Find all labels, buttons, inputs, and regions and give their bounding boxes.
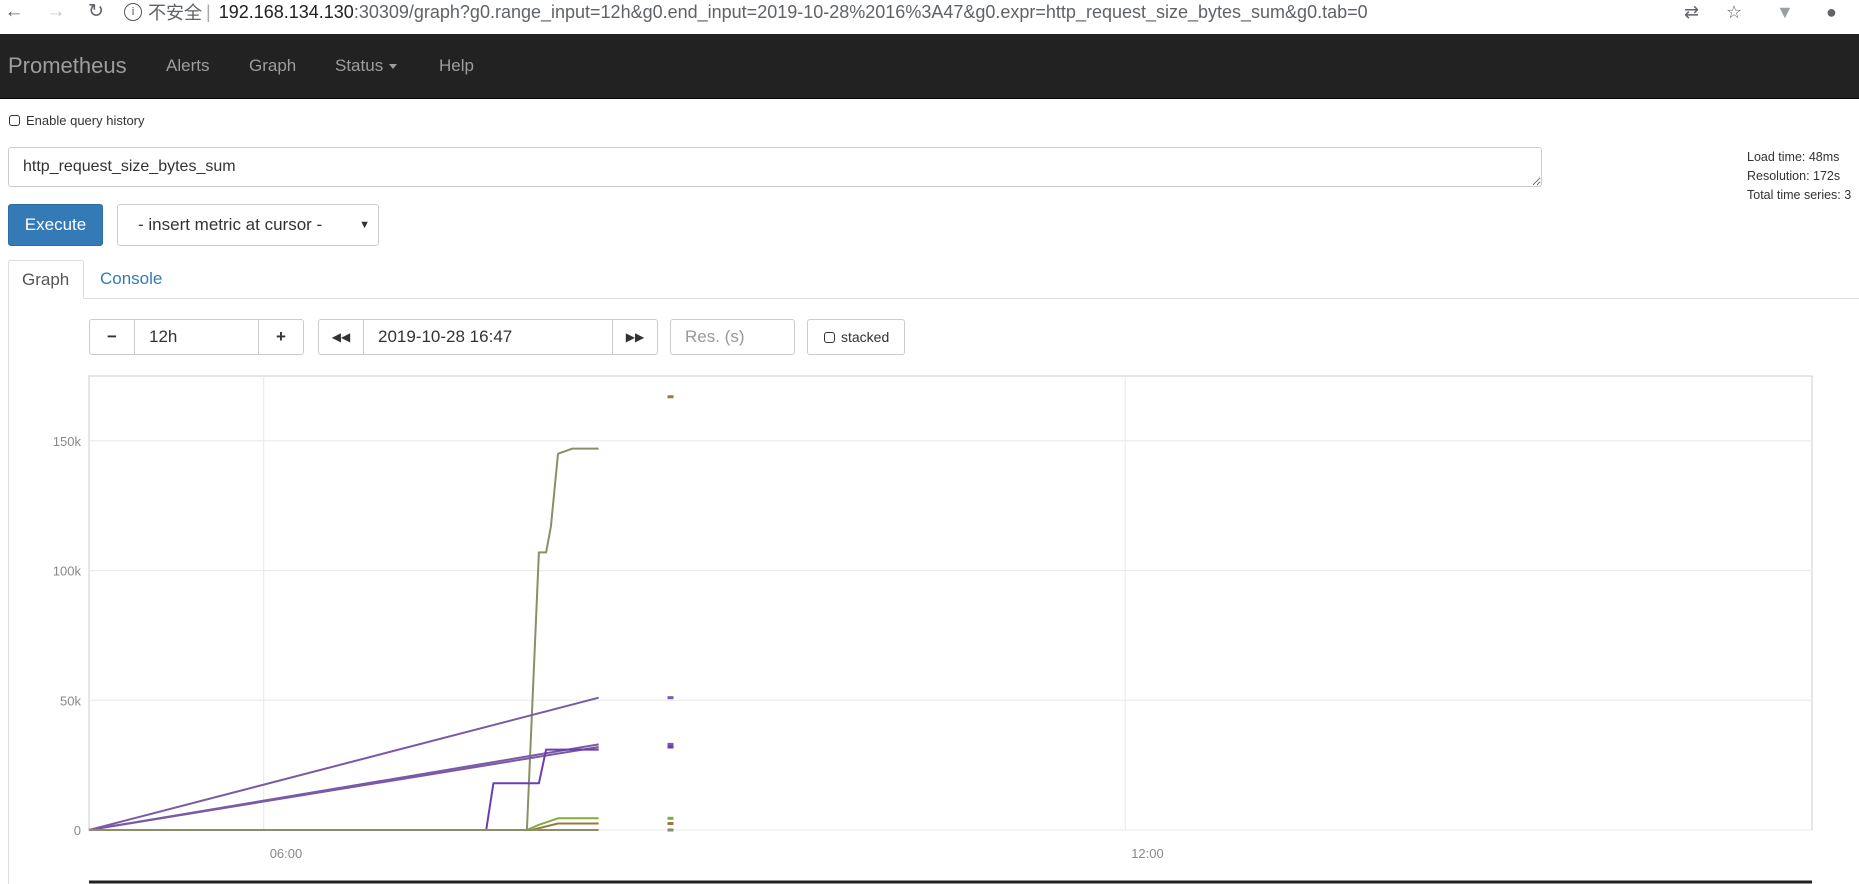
data-point-marker-2 — [667, 742, 674, 746]
execute-button[interactable]: Execute — [8, 204, 103, 246]
url-host: 192.168.134.130 — [218, 1, 354, 22]
data-point-marker-5 — [667, 822, 674, 826]
insert-metric-label: - insert metric at cursor - — [138, 215, 323, 234]
increase-range-button[interactable]: + — [258, 319, 304, 355]
forward-icon[interactable]: → — [44, 0, 68, 24]
security-label: 不安全 — [148, 3, 202, 23]
data-point-marker-0 — [667, 395, 674, 399]
nav-status-label: Status — [335, 56, 384, 75]
time-series-chart[interactable]: 0 50k 100k 150k 06:00 12:00 — [0, 370, 1859, 884]
back-icon[interactable]: ← — [2, 0, 26, 24]
translate-icon[interactable]: ⇄ — [1684, 0, 1699, 24]
fast-forward-icon[interactable]: ▶▶ — [612, 319, 658, 355]
tab-console[interactable]: Console — [87, 260, 175, 299]
y-tick-label: 150k — [53, 434, 82, 449]
y-tick-label: 0 — [74, 823, 81, 838]
expression-input[interactable]: http_request_size_bytes_sum — [8, 147, 1542, 187]
info-icon[interactable]: i — [124, 3, 142, 21]
x-tick-label: 12:00 — [1131, 846, 1164, 861]
series-line-1 — [88, 696, 599, 831]
rewind-icon[interactable]: ◀◀ — [318, 319, 364, 355]
nav-help[interactable]: Help — [439, 34, 474, 98]
nav-status[interactable]: Status — [335, 34, 398, 98]
data-point-marker-6 — [667, 828, 674, 832]
insert-metric-select[interactable]: - insert metric at cursor - ▼ — [117, 204, 379, 246]
total-series: Total time series: 3 — [1747, 188, 1852, 202]
stacked-toggle[interactable]: stacked — [807, 319, 905, 355]
dropdown-arrow-icon: ▼ — [359, 219, 370, 231]
nav-graph[interactable]: Graph — [249, 34, 296, 98]
y-tick-label: 100k — [53, 564, 82, 579]
data-point-marker-3 — [667, 745, 674, 749]
data-point-marker-4 — [667, 816, 674, 820]
nav-alerts[interactable]: Alerts — [166, 34, 209, 98]
checkbox-icon[interactable] — [9, 115, 20, 126]
decrease-range-button[interactable]: − — [89, 319, 135, 355]
y-tick-label: 50k — [60, 693, 81, 708]
series-line-3 — [88, 746, 599, 831]
url-path: :30309/graph?g0.range_input=12h&g0.end_i… — [353, 1, 1368, 22]
range-input[interactable]: 12h — [134, 319, 259, 355]
query-history-toggle[interactable]: Enable query history — [9, 113, 145, 128]
x-tick-label: 06:00 — [270, 846, 303, 861]
resolution-input[interactable]: Res. (s) — [670, 319, 795, 355]
address-bar[interactable]: i 不安全 | 192.168.134.130:30309/graph?g0.r… — [124, 0, 1774, 24]
star-icon[interactable]: ☆ — [1726, 0, 1742, 24]
query-stats: Load time: 48ms Resolution: 172s Total t… — [1747, 148, 1851, 205]
reload-icon[interactable]: ↻ — [84, 0, 108, 24]
top-navbar: Prometheus Alerts Graph Status Help — [0, 34, 1859, 99]
extension-icon[interactable]: ▼ — [1776, 0, 1794, 24]
data-point-marker-1 — [667, 696, 674, 700]
brand-logo[interactable]: Prometheus — [8, 34, 127, 98]
series-line-5 — [89, 817, 599, 831]
resolution-stat: Resolution: 172s — [1747, 169, 1841, 183]
stacked-label: stacked — [841, 329, 890, 345]
account-icon[interactable]: ● — [1826, 0, 1837, 24]
query-history-label: Enable query history — [26, 113, 145, 128]
checkbox-icon[interactable] — [824, 331, 835, 343]
address-separator: | — [206, 1, 211, 22]
tab-graph[interactable]: Graph — [8, 260, 84, 299]
load-time: Load time: 48ms — [1747, 150, 1840, 164]
browser-toolbar: ← → ↻ i 不安全 | 192.168.134.130:30309/grap… — [0, 0, 1859, 35]
caret-down-icon — [389, 64, 398, 70]
end-time-input[interactable]: 2019-10-28 16:47 — [363, 319, 613, 355]
series-line-0 — [89, 447, 599, 831]
